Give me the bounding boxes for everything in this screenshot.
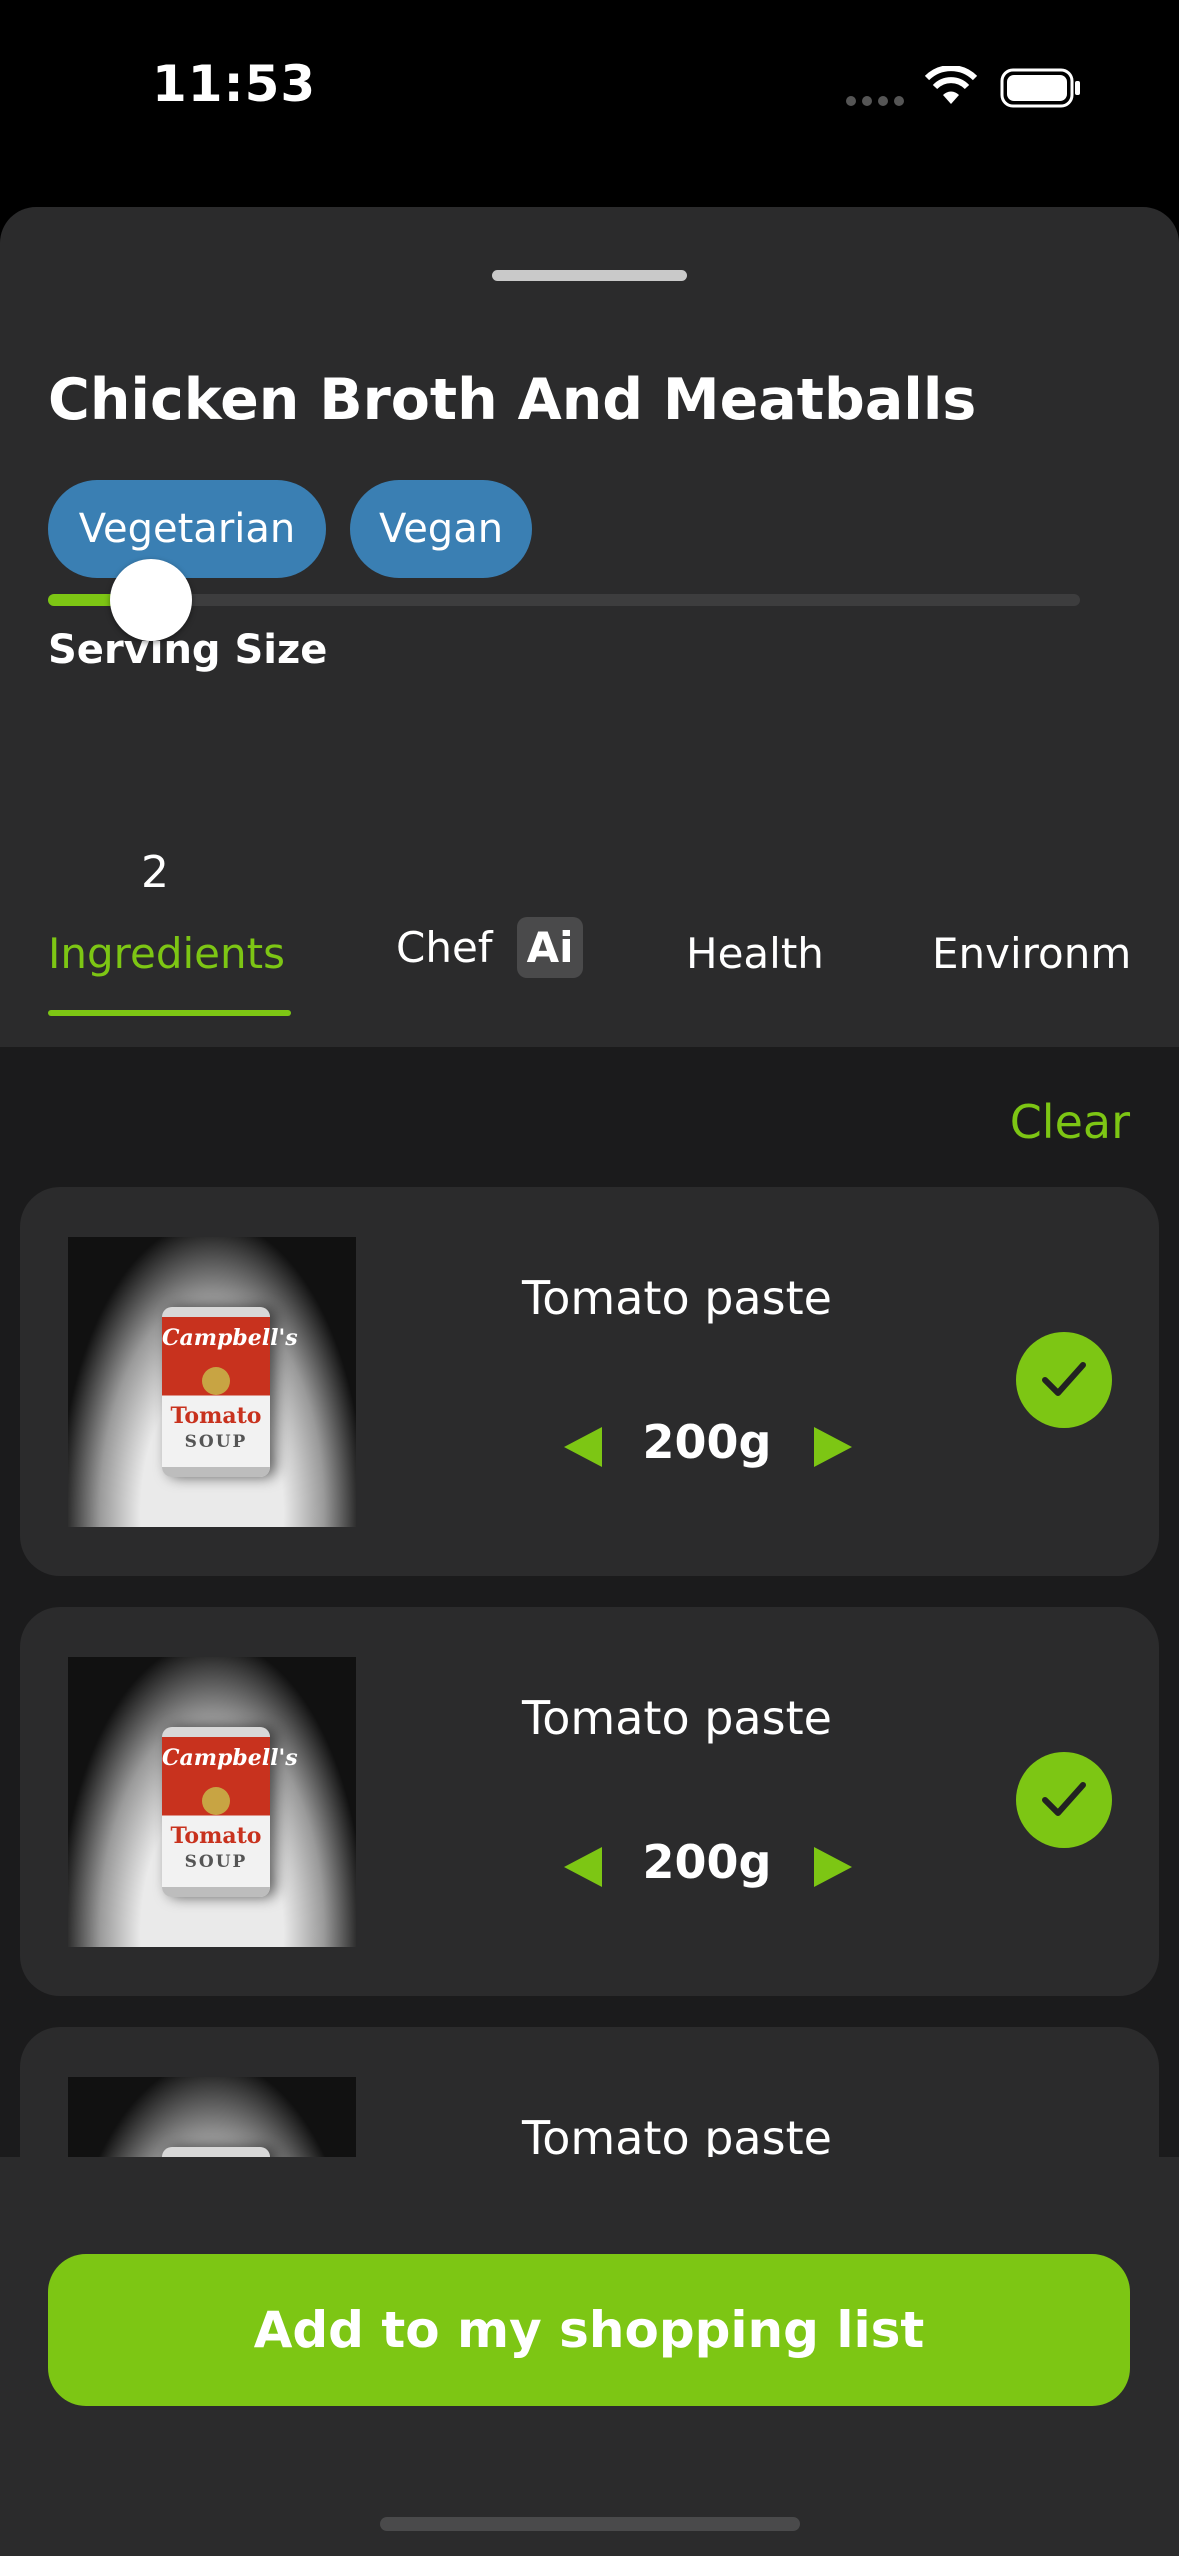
ingredient-card[interactable]: Campbell's Tomato SOUP Tomato paste 200g [20, 2027, 1159, 2157]
decrease-quantity-icon[interactable] [564, 1847, 602, 1887]
can-brand: Campbell's [162, 1745, 298, 1771]
recipe-title: Chicken Broth And Meatballs [48, 367, 977, 433]
ai-badge: Ai [516, 917, 584, 978]
ingredient-image: Campbell's Tomato SOUP [68, 1657, 356, 1947]
status-bar: 11:53 [0, 0, 1179, 180]
soup-can: Campbell's Tomato SOUP [162, 1307, 298, 1477]
quantity-value: 200g [642, 1415, 772, 1469]
cellular-signal-icon [846, 96, 904, 106]
quantity-stepper: 200g [542, 1415, 862, 1475]
serving-size-value: 2 [141, 847, 169, 898]
tab-environment-clip: Environm [932, 912, 1132, 1022]
can-soup: SOUP [184, 1852, 248, 1872]
can-seal [202, 1367, 230, 1395]
tab-chef-label: Chef [396, 923, 493, 972]
tab-chef-ai[interactable]: Chef Ai [396, 917, 584, 978]
checkmark-icon[interactable] [1016, 1332, 1112, 1428]
can-brand: Campbell's [162, 1325, 298, 1351]
serving-size-slider[interactable] [48, 594, 1080, 606]
ingredient-name: Tomato paste [522, 2111, 832, 2157]
tag-vegan[interactable]: Vegan [350, 480, 532, 578]
clear-button[interactable]: Clear [1010, 1095, 1130, 1149]
tab-ingredients[interactable]: Ingredients [48, 929, 285, 978]
ingredient-name: Tomato paste [522, 1271, 832, 1325]
home-indicator [380, 2517, 800, 2531]
tab-environment[interactable]: Environm [932, 929, 1131, 978]
ingredient-card[interactable]: Campbell's Tomato SOUP Tomato paste 200g [20, 1187, 1159, 1576]
serving-size-label: Serving Size [48, 627, 328, 673]
sheet-grabber[interactable] [492, 270, 687, 281]
ingredient-card[interactable]: Campbell's Tomato SOUP Tomato paste 200g [20, 1607, 1159, 1996]
ingredient-image: Campbell's Tomato SOUP [68, 2077, 356, 2157]
tab-active-indicator [48, 1010, 291, 1016]
decrease-quantity-icon[interactable] [564, 1427, 602, 1467]
ingredients-list[interactable]: Clear Campbell's Tomato SOUP Tomato past… [0, 1047, 1179, 2157]
battery-icon [1000, 68, 1080, 108]
can-soup: SOUP [184, 1432, 248, 1452]
add-to-shopping-list-button[interactable]: Add to my shopping list [48, 2254, 1130, 2406]
increase-quantity-icon[interactable] [814, 1427, 852, 1467]
wifi-icon [925, 66, 977, 104]
increase-quantity-icon[interactable] [814, 1847, 852, 1887]
tab-health[interactable]: Health [686, 929, 824, 978]
can-name: Tomato [170, 1823, 262, 1849]
ingredient-name: Tomato paste [522, 1691, 832, 1745]
quantity-value: 200g [642, 1835, 772, 1889]
slider-thumb[interactable] [110, 559, 192, 641]
soup-can: Campbell's Tomato SOUP [162, 2147, 270, 2157]
can-seal [202, 1787, 230, 1815]
status-time: 11:53 [152, 55, 317, 113]
ingredient-image: Campbell's Tomato SOUP [68, 1237, 356, 1527]
soup-can: Campbell's Tomato SOUP [162, 1727, 298, 1897]
checkmark-icon[interactable] [1016, 1752, 1112, 1848]
tag-vegetarian[interactable]: Vegetarian [48, 480, 326, 578]
can-name: Tomato [170, 1403, 262, 1429]
quantity-stepper: 200g [542, 1835, 862, 1895]
